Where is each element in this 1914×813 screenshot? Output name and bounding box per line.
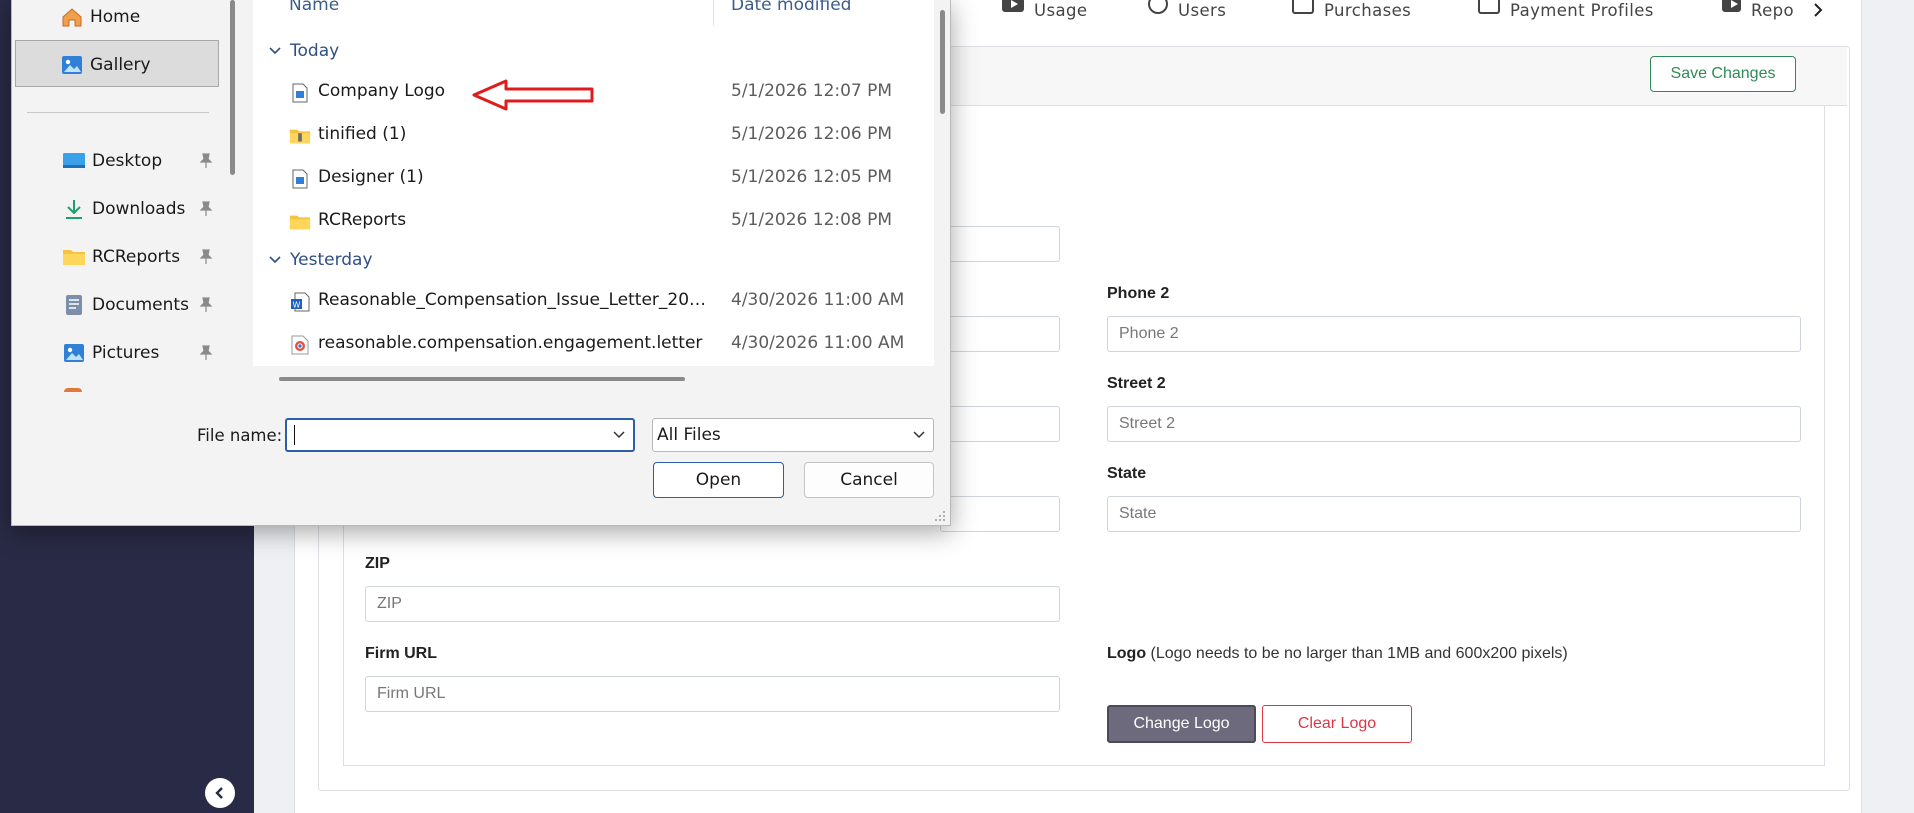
tab-usage[interactable]: Usage (1002, 0, 1087, 20)
tab-purchases[interactable]: Purchases (1292, 0, 1411, 20)
tab-users[interactable]: Users (1148, 0, 1226, 20)
hidden-input-3[interactable] (940, 406, 1060, 442)
file-list-vertical-scrollbar[interactable] (940, 10, 945, 114)
file-row[interactable]: reasonable.compensation.engagement.lette… (253, 324, 913, 364)
group-header-yesterday[interactable]: Yesterday (268, 245, 373, 275)
image-file-icon (289, 168, 311, 190)
open-button[interactable]: Open (653, 462, 784, 498)
resize-grip-icon[interactable] (932, 508, 946, 522)
nav-item-rcreports[interactable]: RCReports (62, 233, 232, 281)
pin-icon[interactable] (199, 297, 213, 313)
change-logo-button[interactable]: Change Logo (1107, 705, 1256, 743)
image-file-icon (289, 82, 311, 104)
nav-item-documents[interactable]: Documents (62, 281, 232, 329)
red-arrow-annotation (472, 78, 596, 112)
nav-item-downloads[interactable]: Downloads (62, 185, 232, 233)
state-input[interactable]: State (1107, 496, 1801, 532)
clear-logo-button[interactable]: Clear Logo (1262, 705, 1412, 743)
folder-icon (62, 245, 86, 269)
chevron-down-icon (269, 47, 281, 55)
file-list: Name Date modified Today Company Logo 5/… (253, 0, 934, 392)
globe-icon (1148, 0, 1168, 14)
file-open-dialog: Home Gallery Desktop Downloads RCReports… (11, 0, 951, 526)
column-header-name[interactable]: Name (289, 0, 339, 17)
zip-label: ZIP (365, 555, 390, 572)
chevron-down-icon[interactable] (912, 430, 926, 440)
chevron-right-icon (1814, 3, 1823, 17)
navigation-pane: Home Gallery Desktop Downloads RCReports… (12, 0, 230, 392)
pin-icon[interactable] (199, 249, 213, 265)
logo-label: Logo (Logo needs to be no larger than 1M… (1107, 645, 1568, 663)
nav-scrollbar[interactable] (230, 0, 235, 175)
nav-separator (27, 112, 209, 113)
gallery-icon (60, 53, 84, 77)
file-name-label: File name: (197, 426, 283, 445)
file-name-input[interactable] (285, 418, 635, 452)
nav-item-gallery[interactable]: Gallery (60, 41, 151, 89)
file-type-select[interactable]: All Files (652, 418, 934, 452)
svg-text:W: W (293, 301, 301, 310)
chevron-left-icon (215, 787, 223, 799)
file-row[interactable]: RCReports 5/1/2026 12:08 PM (253, 201, 913, 241)
card-icon (1478, 0, 1500, 14)
hidden-input-2[interactable] (940, 316, 1060, 352)
logo-label-text: Logo (1107, 645, 1147, 662)
pin-icon[interactable] (199, 153, 213, 169)
desktop-icon (62, 149, 86, 173)
cancel-button[interactable]: Cancel (804, 462, 934, 498)
file-row[interactable]: Designer (1) 5/1/2026 12:05 PM (253, 158, 913, 198)
street2-input[interactable]: Street 2 (1107, 406, 1801, 442)
text-caret (294, 425, 295, 445)
home-icon (60, 5, 84, 29)
play-icon (1002, 0, 1024, 12)
onedrive-icon (64, 388, 82, 392)
report-icon (1722, 0, 1741, 12)
file-list-horizontal-scrollbar[interactable] (279, 377, 685, 381)
firm-url-input[interactable]: Firm URL (365, 676, 1060, 712)
logo-hint: (Logo needs to be no larger than 1MB and… (1150, 645, 1568, 662)
file-row[interactable]: W Reasonable_Compensation_Issue_Letter_2… (253, 281, 913, 321)
word-file-icon: W (289, 291, 311, 313)
chevron-down-icon (269, 256, 281, 264)
nav-item-pictures[interactable]: Pictures (62, 329, 232, 377)
group-header-today[interactable]: Today (268, 36, 339, 66)
phone2-input[interactable]: Phone 2 (1107, 316, 1801, 352)
zip-input[interactable]: ZIP (365, 586, 1060, 622)
hidden-input-4[interactable] (940, 496, 1060, 532)
collapse-sidebar-button[interactable] (205, 778, 235, 808)
nav-item-home[interactable]: Home (60, 0, 140, 41)
save-changes-button[interactable]: Save Changes (1650, 56, 1796, 92)
box-icon (1292, 0, 1314, 14)
column-separator[interactable] (713, 0, 714, 26)
state-label: State (1107, 465, 1147, 482)
hidden-input-1[interactable] (940, 226, 1060, 262)
firm-url-label: Firm URL (365, 645, 437, 662)
tab-reports[interactable]: Repo (1722, 0, 1794, 20)
chevron-down-icon[interactable] (612, 430, 626, 440)
nav-item-desktop[interactable]: Desktop (62, 137, 232, 185)
phone2-label: Phone 2 (1107, 285, 1170, 302)
column-header-date[interactable]: Date modified (731, 0, 851, 17)
folder-icon (289, 211, 311, 233)
download-icon (62, 197, 86, 221)
tabs-scroll-right-button[interactable] (1808, 0, 1828, 20)
tab-payment-profiles[interactable]: Payment Profiles (1478, 0, 1654, 20)
documents-icon (62, 293, 86, 317)
pin-icon[interactable] (199, 345, 213, 361)
pin-icon[interactable] (199, 201, 213, 217)
file-row[interactable]: tinified (1) 5/1/2026 12:06 PM (253, 115, 913, 155)
zip-folder-icon (289, 125, 311, 147)
chrome-file-icon (289, 334, 311, 356)
street2-label: Street 2 (1107, 375, 1166, 392)
pictures-icon (62, 341, 86, 365)
